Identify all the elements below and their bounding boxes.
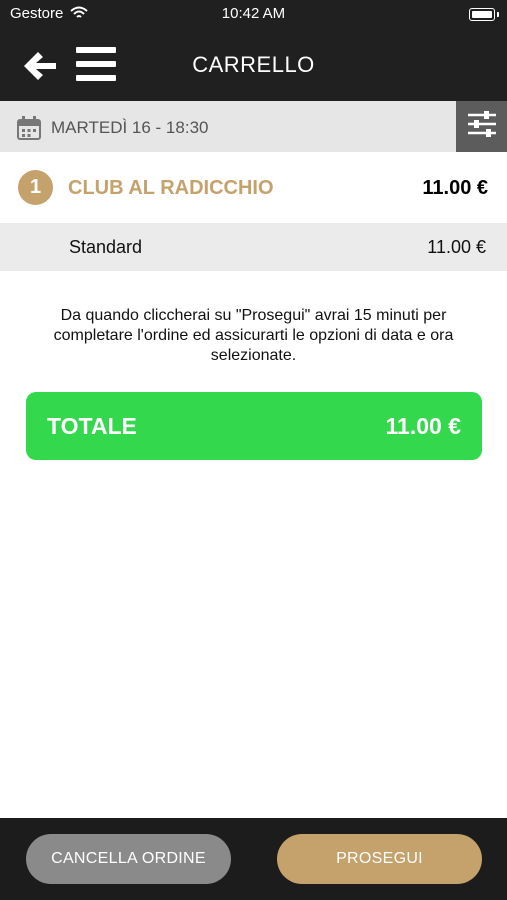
sliders-icon (467, 111, 497, 142)
item-name: CLUB AL RADICCHIO (68, 177, 274, 199)
item-option-row: Standard 11.00 € (0, 223, 507, 271)
filter-button[interactable] (456, 101, 507, 152)
cart-item-row[interactable]: 1 CLUB AL RADICCHIO 11.00 € (0, 152, 507, 223)
item-price: 11.00 € (422, 177, 488, 199)
total-amount: 11.00 € (385, 413, 461, 439)
proceed-button[interactable]: PROSEGUI (277, 834, 482, 884)
date-bar: MARTEDÌ 16 - 18:30 (0, 101, 507, 152)
item-number-badge: 1 (18, 170, 53, 205)
date-time-label: MARTEDÌ 16 - 18:30 (51, 118, 209, 137)
status-time: 10:42 AM (221, 5, 286, 22)
bottom-action-bar: CANCELLA ORDINE PROSEGUI (0, 818, 507, 900)
cancel-order-button[interactable]: CANCELLA ORDINE (26, 834, 231, 884)
total-label: TOTALE (47, 413, 137, 439)
calendar-icon (16, 115, 42, 141)
nav-bar: CARRELLO (0, 30, 507, 101)
checkout-notice: Da quando cliccherai su "Prosegui" avrai… (53, 307, 454, 364)
status-bar: Gestore 10:42 AM (0, 0, 507, 30)
option-price: 11.00 € (427, 237, 486, 257)
battery-icon (469, 8, 499, 21)
page-title: CARRELLO (192, 52, 315, 77)
option-label: Standard (69, 237, 143, 257)
total-box: TOTALE 11.00 € (26, 392, 482, 460)
